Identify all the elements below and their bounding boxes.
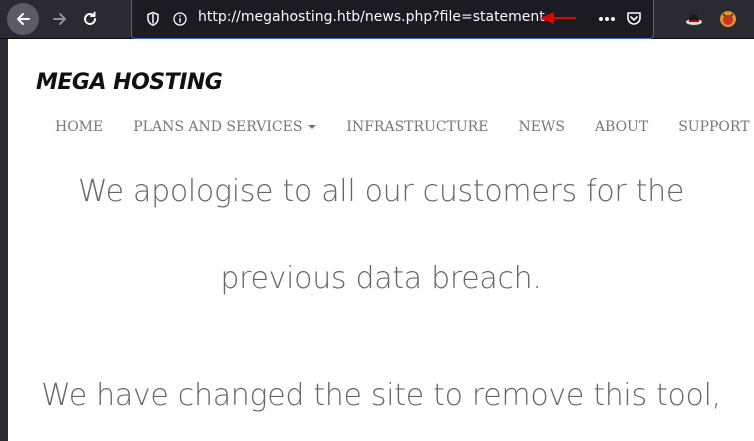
site-nav: HOME PLANS AND SERVICES INFRASTRUCTURE N… — [55, 119, 754, 135]
nav-item-label: SUPPORT — [678, 119, 750, 135]
nav-item-news[interactable]: NEWS — [518, 119, 564, 135]
info-icon[interactable] — [173, 12, 187, 26]
site-logo[interactable]: MEGA HOSTING — [36, 70, 223, 95]
nav-item-about[interactable]: ABOUT — [595, 119, 648, 135]
reload-icon — [84, 11, 96, 25]
nav-item-label: PLANS AND SERVICES — [133, 119, 303, 135]
forward-arrow-icon — [53, 13, 66, 25]
statement-line-2: previous data breach. — [220, 261, 542, 296]
forward-button[interactable] — [44, 3, 76, 35]
browser-toolbar: http://megahosting.htb/news.php?file=sta… — [0, 0, 754, 39]
extension-hat-icon[interactable] — [685, 12, 703, 26]
nav-item-support[interactable]: SUPPORT — [678, 119, 749, 135]
nav-item-label: NEWS — [518, 119, 565, 135]
browser-side-strip — [0, 39, 8, 441]
url-text[interactable]: http://megahosting.htb/news.php?file=sta… — [198, 9, 545, 25]
address-bar[interactable]: http://megahosting.htb/news.php?file=sta… — [131, 0, 654, 39]
nav-item-label: INFRASTRUCTURE — [346, 119, 489, 135]
annotation-arrow-icon — [540, 12, 576, 24]
back-button[interactable] — [7, 3, 39, 35]
nav-item-label: HOME — [55, 119, 104, 135]
shield-icon[interactable] — [146, 11, 160, 27]
back-arrow-icon — [17, 13, 30, 25]
statement-line-3: We have changed the site to remove this … — [41, 378, 721, 413]
statement-line-1: We apologise to all our customers for th… — [78, 174, 684, 209]
caret-down-icon — [308, 125, 317, 129]
reload-button[interactable] — [74, 3, 106, 35]
pocket-icon[interactable] — [626, 11, 642, 26]
nav-item-plans-and-services[interactable]: PLANS AND SERVICES — [133, 119, 317, 135]
nav-item-infrastructure[interactable]: INFRASTRUCTURE — [346, 119, 488, 135]
more-icon[interactable] — [598, 16, 616, 22]
nav-item-home[interactable]: HOME — [55, 119, 103, 135]
nav-item-label: ABOUT — [594, 119, 649, 135]
extension-fox-icon[interactable] — [719, 10, 737, 28]
